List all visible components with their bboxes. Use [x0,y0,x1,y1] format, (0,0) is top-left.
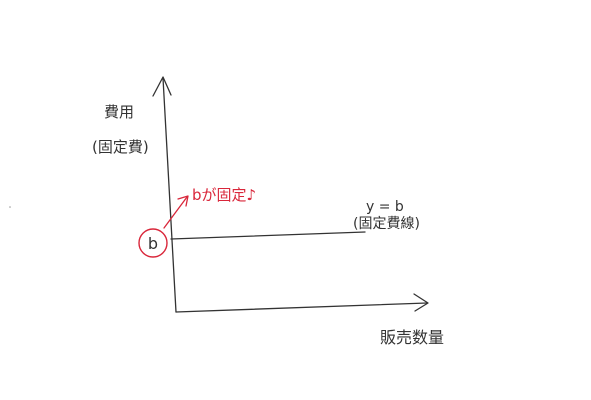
y-axis-label-sub: (固定費) [92,138,149,156]
y-axis [162,77,177,313]
annotation-pointer [163,196,188,229]
paper-speck [9,206,11,208]
x-axis [175,302,428,313]
diagram-canvas: b bが固定♪ 費用 (固定費) y = b (固定費線) 販売数量 [0,0,591,400]
annotation-text: bが固定♪ [192,186,256,204]
line-name-label: (固定費線) [353,216,420,232]
y-axis-arrowhead [152,76,172,97]
x-axis-label: 販売数量 [380,328,444,347]
intercept-label: b [148,234,158,253]
line-equation-label: y = b [366,199,404,215]
fixed-cost-diagram: b bが固定♪ 費用 (固定費) y = b (固定費線) 販売数量 [9,76,444,347]
y-axis-label: 費用 [104,103,134,121]
fixed-cost-line [170,231,366,240]
